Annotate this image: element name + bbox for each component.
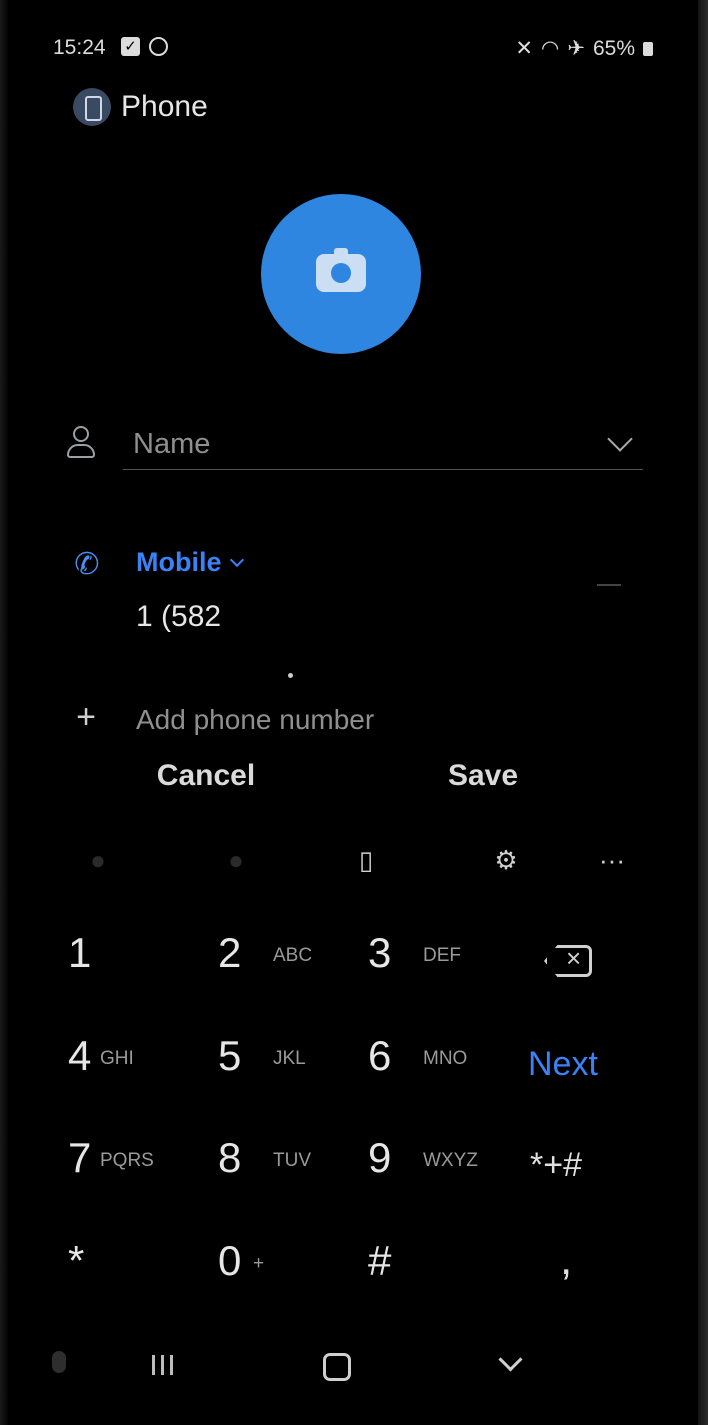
comma-button[interactable]: , [530,1225,630,1321]
status-bar: 15:24 ✓ ✕ ◠ ✈ 65% [53,30,653,70]
add-photo-button[interactable] [261,194,421,354]
chevron-down-icon[interactable] [607,426,633,452]
remove-phone-button[interactable] [585,568,633,602]
key-7[interactable]: 7 PQRS [33,1110,183,1210]
app-header: Phone [73,85,208,129]
screen: 15:24 ✓ ✕ ◠ ✈ 65% Phone ✆ Mobile 1 (582 … [8,0,698,1425]
home-button[interactable] [313,1343,357,1387]
more-icon[interactable]: ··· [590,838,634,882]
phone-number-input[interactable]: 1 (582 [136,600,221,634]
status-right: ✕ ◠ ✈ 65% [515,36,653,61]
person-icon [64,420,98,466]
navigation-bar [8,1335,698,1395]
add-phone-number-button[interactable]: Add phone number [136,704,374,736]
key-star[interactable]: * [33,1213,183,1313]
chevron-down-icon [229,552,244,567]
gear-icon[interactable]: ⚙ [484,838,528,882]
phone-label: Mobile [136,547,222,577]
clipboard-icon[interactable]: ▯ [344,838,388,882]
emoji-icon[interactable]: ● [76,838,120,882]
status-time: 15:24 [53,36,106,59]
cursor-dot [288,673,293,678]
key-1[interactable]: 1 [33,905,183,1005]
plus-icon[interactable]: + [68,700,104,736]
key-8[interactable]: 8 TUV [183,1110,333,1210]
keyboard-toolbar: ● ● ▯ ⚙ ··· [8,830,698,890]
recent-apps-button[interactable] [141,1343,185,1387]
key-3[interactable]: 3 DEF [333,905,483,1005]
phone-app-icon [73,88,111,126]
backspace-button[interactable]: × [518,913,618,1009]
name-input[interactable] [133,424,573,464]
cancel-button[interactable]: Cancel [146,750,266,802]
mic-icon[interactable] [38,1343,82,1387]
battery-icon [643,41,653,56]
wifi-icon: ◠ [541,37,560,60]
check-icon: ✓ [121,37,140,56]
battery-percent: 65% [592,36,635,60]
key-2[interactable]: 2 ABC [183,905,333,1005]
key-4[interactable]: 4 GHI [33,1008,183,1108]
key-5[interactable]: 5 JKL [183,1008,333,1108]
key-hash[interactable]: # [333,1213,483,1313]
save-button[interactable]: Save [428,750,538,802]
symbols-button[interactable]: *+# [518,1118,618,1214]
call-icon: ✆ [74,548,100,581]
dnd-icon [149,37,168,56]
airplane-icon: ✈ [567,37,585,60]
mute-icon: ✕ [515,37,534,60]
phone-label-select[interactable]: Mobile [136,547,244,578]
numeric-keypad: 1 2 ABC 3 DEF 4 GHI 5 JKL 6 MNO 7 PQRS 8 TUV 9W… [8,905,698,1315]
key-0[interactable]: 0 + [183,1213,333,1313]
hide-keyboard-button[interactable] [488,1343,532,1387]
camera-icon [316,248,366,292]
key-6[interactable]: 6 MNO [333,1008,483,1108]
sticker-icon[interactable]: ● [214,838,258,882]
next-button[interactable]: Next [518,1015,618,1111]
name-field[interactable] [123,418,643,470]
key-9[interactable]: 9 WXYZ [333,1110,483,1210]
page-title: Phone [121,90,208,123]
